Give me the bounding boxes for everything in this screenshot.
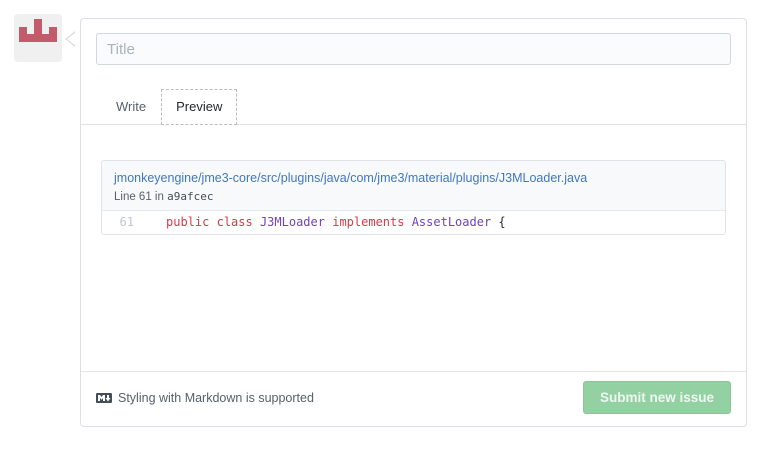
tab-write[interactable]: Write xyxy=(101,89,161,124)
code-text: public class J3MLoader implements AssetL… xyxy=(166,214,506,230)
comment-box-caret-icon xyxy=(65,31,76,49)
submit-new-issue-button[interactable]: Submit new issue xyxy=(583,381,731,414)
code-line: 61 public class J3MLoader implements Ass… xyxy=(102,211,725,234)
line-number: 61 xyxy=(114,214,134,230)
commit-sha: a9afcec xyxy=(167,190,213,203)
form-footer: Styling with Markdown is supported Submi… xyxy=(81,371,746,428)
tab-preview[interactable]: Preview xyxy=(161,89,237,125)
preview-pane: jmonkeyengine/jme3-core/src/plugins/java… xyxy=(96,125,731,371)
identicon-avatar-icon xyxy=(19,19,57,57)
markdown-icon xyxy=(96,390,112,406)
avatar xyxy=(14,14,62,62)
new-issue-form: Write Preview jmonkeyengine/jme3-core/sr… xyxy=(80,18,747,427)
markdown-note-text: Styling with Markdown is supported xyxy=(118,391,314,405)
comment-tabs: Write Preview xyxy=(81,89,746,125)
line-ref-text: Line 61 in xyxy=(114,191,164,203)
code-reference-header: jmonkeyengine/jme3-core/src/plugins/java… xyxy=(102,161,725,211)
file-path-link[interactable]: jmonkeyengine/jme3-core/src/plugins/java… xyxy=(114,171,587,185)
new-issue-page: Write Preview jmonkeyengine/jme3-core/sr… xyxy=(0,0,775,449)
line-reference: Line 61 in a9afcec xyxy=(114,190,713,203)
issue-title-input[interactable] xyxy=(96,33,731,65)
markdown-support-link[interactable]: Styling with Markdown is supported xyxy=(96,390,314,406)
code-reference-card: jmonkeyengine/jme3-core/src/plugins/java… xyxy=(101,160,726,235)
